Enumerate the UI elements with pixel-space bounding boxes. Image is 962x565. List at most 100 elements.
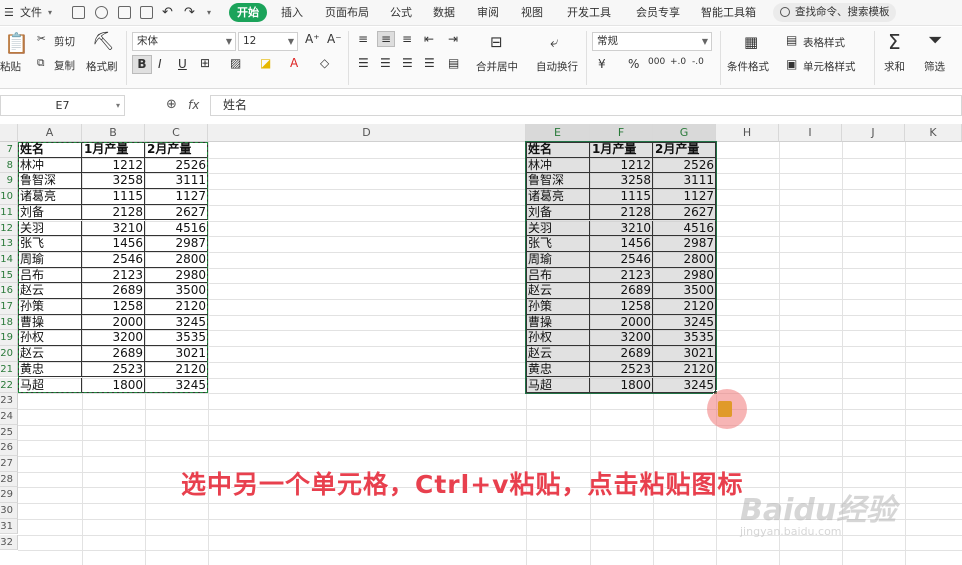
cell-style-button[interactable]: 单元格样式 xyxy=(803,59,856,74)
cut-button[interactable]: 剪切 xyxy=(54,34,75,49)
align-bottom-icon[interactable]: ≡ xyxy=(402,32,412,46)
pasted-table-cell[interactable]: 2128 xyxy=(590,205,653,220)
pasted-table-cell[interactable]: 1800 xyxy=(590,378,653,393)
column-header-G[interactable]: G xyxy=(653,124,716,142)
row-header-15[interactable]: 15 xyxy=(0,267,18,284)
pasted-table-cell[interactable]: 3535 xyxy=(653,330,716,345)
pasted-table-cell[interactable]: 黄忠 xyxy=(526,362,590,377)
search-input[interactable]: 查找命令、搜索模板 xyxy=(773,3,896,22)
pasted-table-cell[interactable]: 2800 xyxy=(653,252,716,267)
fill-pattern-icon[interactable]: ▨ xyxy=(230,56,241,70)
pasted-table-cell[interactable]: 3021 xyxy=(653,346,716,361)
tab-smart-toolbox[interactable]: 智能工具箱 xyxy=(701,0,756,26)
pasted-table-cell[interactable]: 关羽 xyxy=(526,221,590,236)
row-header-18[interactable]: 18 xyxy=(0,314,18,331)
border-icon[interactable]: ⊞ xyxy=(200,56,210,70)
pasted-table-cell[interactable]: 2980 xyxy=(653,268,716,283)
decrease-font-icon[interactable]: A⁻ xyxy=(327,32,342,46)
pasted-table-cell[interactable]: 4516 xyxy=(653,221,716,236)
column-header-E[interactable]: E xyxy=(526,124,590,142)
tab-review[interactable]: 审阅 xyxy=(477,0,499,26)
row-header-20[interactable]: 20 xyxy=(0,346,18,362)
merge-icon[interactable]: ⊟ xyxy=(490,33,503,51)
scissors-icon[interactable]: ✂ xyxy=(37,33,46,45)
filter-icon[interactable]: ⏷ xyxy=(928,30,942,51)
pasted-header-cell[interactable]: 姓名 xyxy=(526,142,590,157)
print-icon[interactable] xyxy=(118,6,131,19)
row-header-25[interactable]: 25 xyxy=(0,424,18,441)
pasted-table-cell[interactable]: 2000 xyxy=(590,315,653,330)
pasted-table-cell[interactable]: 1456 xyxy=(590,236,653,251)
pasted-table-cell[interactable]: 张飞 xyxy=(526,236,590,251)
row-header-21[interactable]: 21 xyxy=(0,361,18,378)
pasted-table-cell[interactable]: 1115 xyxy=(590,189,653,204)
increase-decimal-icon[interactable]: +.0 xyxy=(670,57,686,67)
name-box[interactable]: E7 ▾ xyxy=(0,95,125,116)
row-header-26[interactable]: 26 xyxy=(0,440,18,456)
tab-data[interactable]: 数据 xyxy=(433,0,455,26)
save-icon[interactable] xyxy=(72,6,85,19)
wrap-icon[interactable]: ⤶ xyxy=(550,33,558,51)
pasted-table-cell[interactable]: 周瑜 xyxy=(526,252,590,267)
thousands-icon[interactable]: 000 xyxy=(648,57,665,67)
font-name-select[interactable]: 宋体 ▼ xyxy=(132,32,236,51)
pasted-table-cell[interactable]: 孙策 xyxy=(526,299,590,314)
row-header-16[interactable]: 16 xyxy=(0,283,18,299)
menu-icon[interactable]: ☰ xyxy=(4,0,14,26)
justify-icon[interactable]: ☰ xyxy=(424,56,435,70)
redo-icon[interactable]: ↷ xyxy=(184,0,195,26)
copy-icon[interactable]: ⧉ xyxy=(37,57,45,70)
clear-icon[interactable]: ◇ xyxy=(320,56,329,70)
pasted-table-cell[interactable]: 诸葛亮 xyxy=(526,189,590,204)
chevron-down-icon[interactable]: ▾ xyxy=(48,0,52,26)
pasted-table-cell[interactable]: 2123 xyxy=(590,268,653,283)
table-style-icon[interactable]: ▤ xyxy=(786,33,797,47)
column-header-I[interactable]: I xyxy=(779,124,842,142)
zoom-icon[interactable]: ⊕ xyxy=(166,97,177,112)
tab-view[interactable]: 视图 xyxy=(521,0,543,26)
autosave-icon[interactable] xyxy=(95,6,108,19)
column-header-C[interactable]: C xyxy=(145,124,208,142)
pasted-table-cell[interactable]: 2523 xyxy=(590,362,653,377)
indent-increase-icon[interactable]: ⇥ xyxy=(448,32,458,46)
merge-center-button[interactable]: 合并居中 xyxy=(476,59,518,74)
pasted-table-cell[interactable]: 林冲 xyxy=(526,158,590,173)
paste-button[interactable]: 粘贴 xyxy=(0,59,21,74)
font-size-select[interactable]: 12 ▼ xyxy=(238,32,298,51)
cell-style-icon[interactable]: ▣ xyxy=(786,57,797,71)
sum-button[interactable]: 求和 xyxy=(884,59,905,74)
row-header-32[interactable]: 32 xyxy=(0,534,18,551)
formula-input[interactable]: 姓名 xyxy=(210,95,962,116)
pasted-table-cell[interactable]: 2627 xyxy=(653,205,716,220)
underline-button[interactable]: U xyxy=(178,57,187,71)
pasted-table-cell[interactable]: 3258 xyxy=(590,173,653,188)
pasted-table-cell[interactable]: 1212 xyxy=(590,158,653,173)
tab-formulas[interactable]: 公式 xyxy=(390,0,412,26)
paste-options-icon[interactable] xyxy=(718,401,732,417)
undo-icon[interactable]: ↶ xyxy=(162,0,173,26)
row-header-31[interactable]: 31 xyxy=(0,518,18,535)
sum-icon[interactable]: Σ xyxy=(888,30,901,54)
copy-button[interactable]: 复制 xyxy=(54,58,75,73)
row-header-13[interactable]: 13 xyxy=(0,236,18,252)
pasted-table-cell[interactable]: 3200 xyxy=(590,330,653,345)
format-painter-button[interactable]: 格式刷 xyxy=(86,59,118,74)
row-header-9[interactable]: 9 xyxy=(0,173,18,190)
column-header-B[interactable]: B xyxy=(82,124,145,142)
pasted-table-cell[interactable]: 3210 xyxy=(590,221,653,236)
row-header-29[interactable]: 29 xyxy=(0,487,18,504)
row-header-10[interactable]: 10 xyxy=(0,189,18,205)
pasted-table-cell[interactable]: 赵云 xyxy=(526,283,590,298)
pasted-table-cell[interactable]: 曹操 xyxy=(526,315,590,330)
pasted-header-cell[interactable]: 1月产量 xyxy=(590,142,653,157)
row-header-8[interactable]: 8 xyxy=(0,157,18,174)
tab-member[interactable]: 会员专享 xyxy=(636,0,680,26)
pasted-table-cell[interactable]: 赵云 xyxy=(526,346,590,361)
tab-developer[interactable]: 开发工具 xyxy=(567,0,611,26)
file-menu[interactable]: 文件 xyxy=(20,0,42,26)
align-left-icon[interactable]: ☰ xyxy=(358,56,369,70)
tab-page-layout[interactable]: 页面布局 xyxy=(325,0,369,26)
pasted-table-cell[interactable]: 1258 xyxy=(590,299,653,314)
pasted-table-cell[interactable]: 2987 xyxy=(653,236,716,251)
row-header-19[interactable]: 19 xyxy=(0,330,18,347)
